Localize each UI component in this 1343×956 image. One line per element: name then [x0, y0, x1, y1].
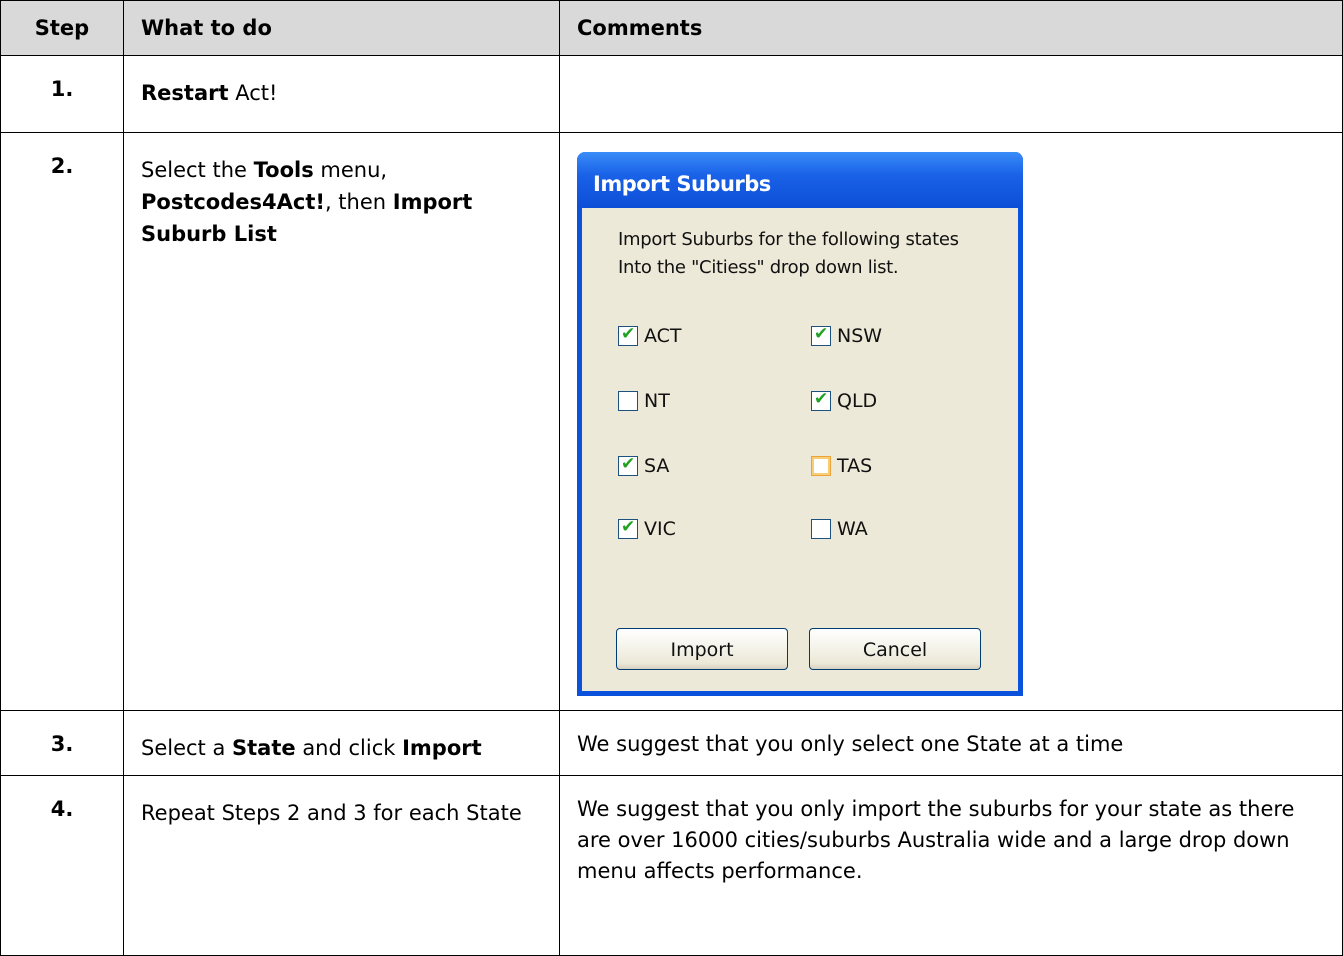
checkbox-box[interactable] [618, 517, 638, 539]
intro-line-1: Import Suburbs for the following states [618, 229, 959, 250]
checkbox-label: SA [644, 455, 670, 477]
step-comment: We suggest that you only select one Stat… [559, 710, 1343, 776]
step-instruction: Restart Act! [123, 55, 560, 133]
checkbox-label: ACT [644, 325, 682, 347]
checkbox-tas[interactable]: TAS [811, 455, 872, 477]
checkbox-label: NSW [837, 325, 883, 347]
checkbox-vic[interactable]: VIC [618, 517, 676, 540]
step-instruction: Repeat Steps 2 and 3 for each State [123, 775, 560, 956]
checkbox-box[interactable] [811, 324, 831, 346]
step-instruction: Select the Tools menu, Postcodes4Act!, t… [123, 132, 560, 711]
header-comments: Comments [559, 0, 1343, 56]
table-row: 4. Repeat Steps 2 and 3 for each State W… [0, 775, 1343, 956]
step-number: 1. [0, 55, 124, 133]
step-number: 2. [0, 132, 124, 711]
table-header-row: Step What to do Comments [0, 0, 1343, 56]
import-button[interactable]: Import [616, 628, 788, 670]
checkbox-act[interactable]: ACT [618, 324, 682, 347]
dialog-title: Import Suburbs [593, 172, 771, 196]
checkbox-box[interactable] [618, 391, 638, 411]
step-comment: Import Suburbs Import Suburbs for the fo… [559, 132, 1343, 711]
checkbox-label: NT [644, 390, 670, 412]
dialog-intro: Import Suburbs for the following states … [618, 226, 959, 282]
checkbox-label: VIC [644, 518, 676, 540]
step-number: 3. [0, 710, 124, 776]
dialog-title-bar: Import Suburbs [577, 152, 1023, 208]
checkbox-box[interactable] [811, 519, 831, 539]
header-what: What to do [123, 0, 560, 56]
checkbox-sa[interactable]: SA [618, 454, 670, 477]
checkbox-label: WA [837, 518, 868, 540]
table-row: 3. Select a State and click Import We su… [0, 710, 1343, 776]
table-row: 1. Restart Act! [0, 55, 1343, 133]
checkbox-label: TAS [837, 455, 873, 477]
step-comment: We suggest that you only import the subu… [559, 775, 1343, 956]
step-number: 4. [0, 775, 124, 956]
step-instruction: Select a State and click Import [123, 710, 560, 776]
dialog-body: Import Suburbs for the following states … [582, 208, 1018, 691]
checkbox-qld[interactable]: QLD [811, 389, 878, 412]
checkbox-box[interactable] [618, 454, 638, 476]
checkbox-box[interactable] [811, 456, 831, 476]
header-step: Step [0, 0, 124, 56]
step-comment [559, 55, 1343, 133]
checkbox-wa[interactable]: WA [811, 518, 868, 540]
instructions-table: Step What to do Comments 1. Restart Act!… [0, 0, 1343, 956]
import-suburbs-dialog: Import Suburbs Import Suburbs for the fo… [577, 152, 1023, 696]
checkbox-label: QLD [837, 390, 878, 412]
table-row: 2. Select the Tools menu, Postcodes4Act!… [0, 132, 1343, 711]
checkbox-nsw[interactable]: NSW [811, 324, 883, 347]
intro-line-2: Into the "Citiess" drop down list. [618, 257, 899, 278]
checkbox-box[interactable] [811, 389, 831, 411]
checkbox-nt[interactable]: NT [618, 390, 670, 412]
checkbox-box[interactable] [618, 324, 638, 346]
cancel-button[interactable]: Cancel [809, 628, 981, 670]
